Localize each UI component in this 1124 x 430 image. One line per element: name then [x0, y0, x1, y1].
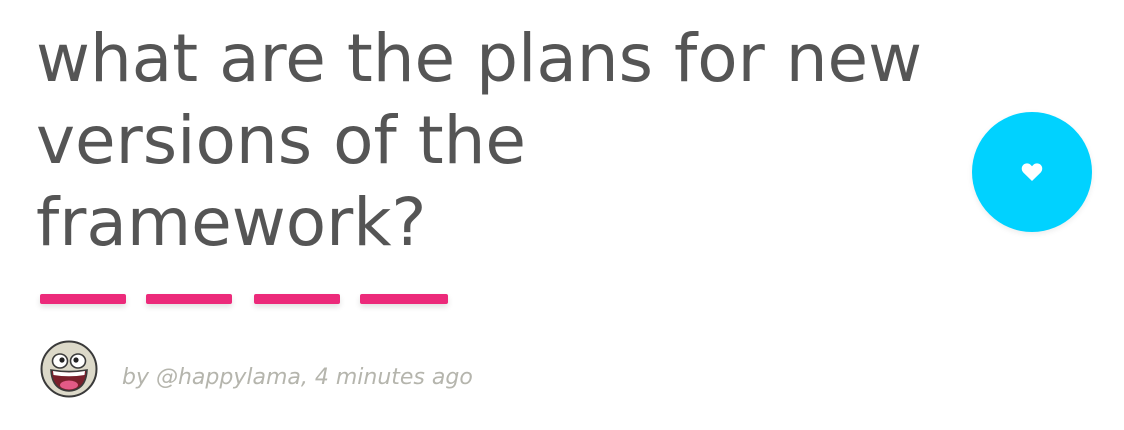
awesome-face-avatar-icon — [40, 340, 98, 398]
divider-dash — [360, 294, 448, 304]
question-title: what are the plans for new versions of t… — [36, 20, 923, 261]
divider-dash — [40, 294, 126, 304]
divider-dash — [254, 294, 340, 304]
like-button[interactable] — [972, 112, 1092, 232]
author-byline: by @happylama, 4 minutes ago — [122, 365, 473, 390]
divider-dash — [146, 294, 232, 304]
heart-icon — [1021, 163, 1043, 181]
author-avatar[interactable] — [40, 340, 98, 398]
